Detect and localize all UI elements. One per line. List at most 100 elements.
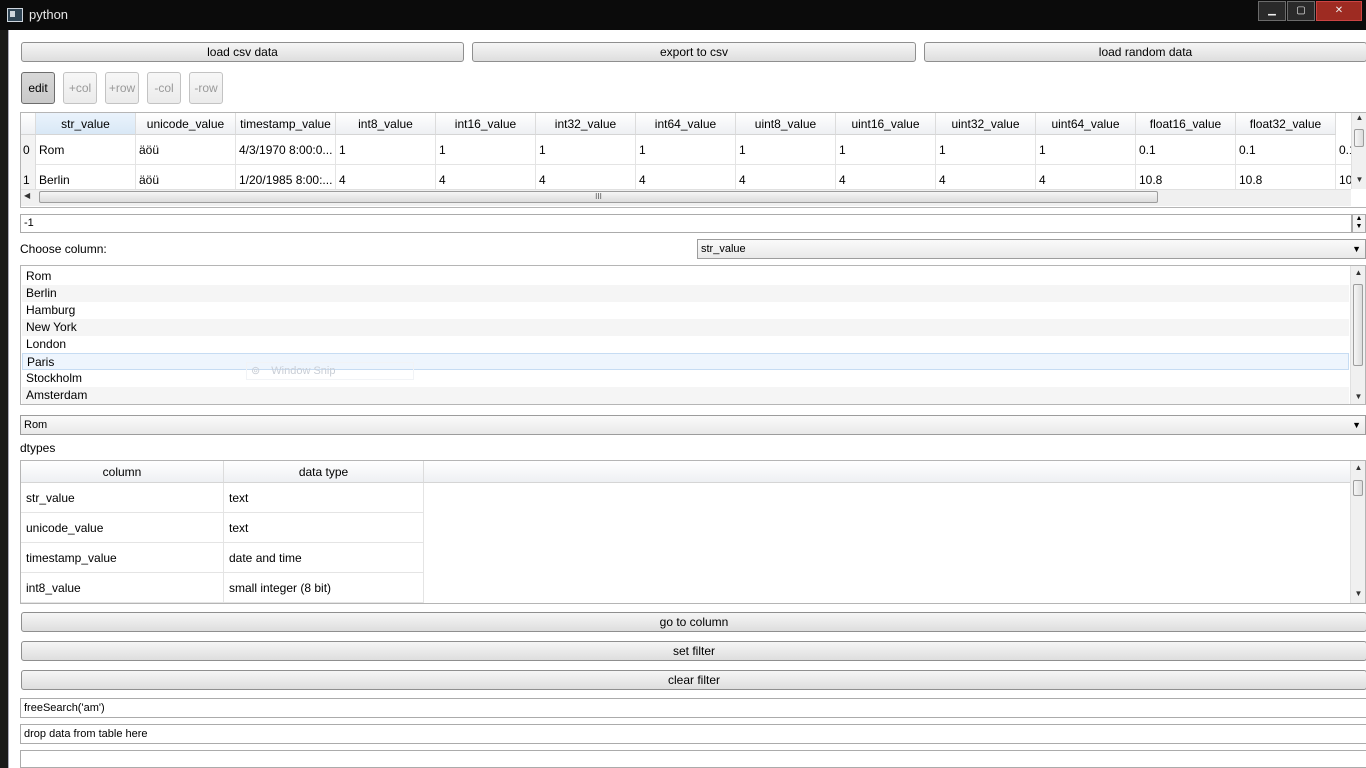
clear-filter-button[interactable]: clear filter bbox=[21, 670, 1366, 690]
column-header[interactable]: float16_value bbox=[1136, 113, 1236, 135]
list-item[interactable]: New York bbox=[22, 319, 1349, 336]
dtypes-cell[interactable]: str_value bbox=[21, 483, 224, 513]
table-cell[interactable]: 1 bbox=[836, 135, 936, 165]
table-cell[interactable]: 1 bbox=[736, 135, 836, 165]
table-cell[interactable]: 4/3/1970 8:00:0... bbox=[236, 135, 336, 165]
list-item[interactable]: Berlin bbox=[22, 285, 1349, 302]
table-cell[interactable]: 4 bbox=[336, 165, 436, 189]
remove-col-button[interactable]: -col bbox=[147, 72, 181, 104]
dtypes-cell[interactable]: text bbox=[224, 513, 424, 543]
scroll-thumb[interactable] bbox=[1353, 480, 1363, 496]
table-cell-partial[interactable]: 10 bbox=[1336, 165, 1351, 189]
table-cell[interactable]: 4 bbox=[436, 165, 536, 189]
column-header[interactable]: unicode_value bbox=[136, 113, 236, 135]
scroll-thumb-horizontal[interactable]: III bbox=[39, 191, 1158, 203]
row-index-spinbox[interactable]: -1 bbox=[20, 214, 1352, 233]
go-to-column-button[interactable]: go to column bbox=[21, 612, 1366, 632]
table-cell[interactable]: 1 bbox=[336, 135, 436, 165]
column-header[interactable]: uint16_value bbox=[836, 113, 936, 135]
edit-button[interactable]: edit bbox=[21, 72, 55, 104]
column-header[interactable]: uint64_value bbox=[1036, 113, 1136, 135]
table-cell[interactable]: 4 bbox=[736, 165, 836, 189]
table-cell[interactable]: 4 bbox=[936, 165, 1036, 189]
close-button[interactable]: ✕ bbox=[1316, 1, 1362, 21]
drop-data-input[interactable]: drop data from table here bbox=[20, 724, 1366, 744]
table-cell[interactable]: 1 bbox=[436, 135, 536, 165]
spin-down-icon[interactable]: ▼ bbox=[1353, 223, 1365, 231]
add-col-button[interactable]: +col bbox=[63, 72, 97, 104]
scroll-up-arrow-icon[interactable]: ▲ bbox=[1351, 268, 1365, 277]
dtypes-vertical-scrollbar[interactable]: ▲ ▼ bbox=[1350, 461, 1365, 603]
column-header[interactable]: str_value bbox=[36, 113, 136, 135]
list-item[interactable]: Amsterdam bbox=[22, 387, 1349, 404]
table-cell[interactable]: Rom bbox=[36, 135, 136, 165]
bottom-text-area[interactable] bbox=[20, 750, 1366, 768]
table-cell[interactable]: 10.8 bbox=[1236, 165, 1336, 189]
table-horizontal-scrollbar[interactable]: ◀ III bbox=[21, 189, 1351, 206]
column-header[interactable]: timestamp_value bbox=[236, 113, 336, 135]
table-cell[interactable]: 1 bbox=[636, 135, 736, 165]
list-item[interactable]: Paris bbox=[22, 353, 1349, 370]
dtypes-cell[interactable]: int8_value bbox=[21, 573, 224, 603]
list-item[interactable]: Stockholm bbox=[22, 370, 1349, 387]
table-cell[interactable]: Berlin bbox=[36, 165, 136, 189]
minimize-button[interactable]: ▁ bbox=[1258, 1, 1286, 21]
table-vertical-scrollbar[interactable]: ▲ ▼ bbox=[1351, 113, 1366, 189]
column-header[interactable]: uint32_value bbox=[936, 113, 1036, 135]
dtypes-column-header[interactable]: column bbox=[21, 461, 224, 483]
column-header[interactable]: int32_value bbox=[536, 113, 636, 135]
column-header[interactable]: int8_value bbox=[336, 113, 436, 135]
set-filter-button[interactable]: set filter bbox=[21, 641, 1366, 661]
free-search-input[interactable]: freeSearch('am') bbox=[20, 698, 1366, 718]
add-row-button[interactable]: +row bbox=[105, 72, 139, 104]
scroll-down-arrow-icon[interactable]: ▼ bbox=[1351, 589, 1365, 598]
list-vertical-scrollbar[interactable]: ▲ ▼ bbox=[1350, 266, 1365, 404]
dtypes-cell[interactable]: unicode_value bbox=[21, 513, 224, 543]
data-table[interactable]: str_value unicode_value timestamp_value int… bbox=[20, 112, 1366, 208]
list-item[interactable]: London bbox=[22, 336, 1349, 353]
list-item[interactable]: Hamburg bbox=[22, 302, 1349, 319]
scroll-up-arrow-icon[interactable]: ▲ bbox=[1352, 113, 1366, 122]
column-header[interactable]: int64_value bbox=[636, 113, 736, 135]
load-random-button[interactable]: load random data bbox=[924, 42, 1366, 62]
column-header[interactable]: float32_value bbox=[1236, 113, 1336, 135]
table-cell[interactable]: 1/20/1985 8:00:... bbox=[236, 165, 336, 189]
remove-row-button[interactable]: -row bbox=[189, 72, 223, 104]
dtypes-column-header[interactable]: data type bbox=[224, 461, 424, 483]
list-item[interactable]: Rom bbox=[22, 268, 1349, 285]
table-cell[interactable]: 4 bbox=[636, 165, 736, 189]
spinbox-arrows[interactable]: ▲ ▼ bbox=[1352, 214, 1366, 233]
dtypes-cell[interactable]: text bbox=[224, 483, 424, 513]
table-cell[interactable]: äöü bbox=[136, 165, 236, 189]
table-cell[interactable]: 10.8 bbox=[1136, 165, 1236, 189]
scroll-up-arrow-icon[interactable]: ▲ bbox=[1351, 463, 1365, 472]
table-corner[interactable] bbox=[21, 113, 36, 135]
dtypes-cell[interactable]: small integer (8 bit) bbox=[224, 573, 424, 603]
table-cell[interactable]: 4 bbox=[1036, 165, 1136, 189]
scroll-thumb[interactable] bbox=[1354, 129, 1364, 147]
table-cell[interactable]: 0.1 bbox=[1236, 135, 1336, 165]
scroll-thumb[interactable] bbox=[1353, 284, 1363, 366]
table-cell[interactable]: 4 bbox=[836, 165, 936, 189]
column-header[interactable]: int16_value bbox=[436, 113, 536, 135]
dtypes-table[interactable]: column data type str_value text unicode_val… bbox=[20, 460, 1366, 604]
scroll-down-arrow-icon[interactable]: ▼ bbox=[1352, 175, 1366, 184]
export-csv-button[interactable]: export to csv bbox=[472, 42, 916, 62]
row-header[interactable]: 0 bbox=[21, 135, 36, 165]
values-list[interactable]: Rom Berlin Hamburg New York London Paris Stock… bbox=[20, 265, 1366, 405]
table-cell[interactable]: 1 bbox=[536, 135, 636, 165]
table-cell[interactable]: 1 bbox=[1036, 135, 1136, 165]
table-cell[interactable]: 4 bbox=[536, 165, 636, 189]
dtypes-cell[interactable]: date and time bbox=[224, 543, 424, 573]
row-header[interactable]: 1 bbox=[21, 165, 36, 189]
value-select[interactable]: Rom ▼ bbox=[20, 415, 1366, 435]
table-cell[interactable]: äöü bbox=[136, 135, 236, 165]
dtypes-cell[interactable]: timestamp_value bbox=[21, 543, 224, 573]
load-csv-button[interactable]: load csv data bbox=[21, 42, 464, 62]
column-select[interactable]: str_value ▼ bbox=[697, 239, 1366, 259]
scroll-left-arrow-icon[interactable]: ◀ bbox=[24, 191, 30, 200]
table-cell-partial[interactable]: 0.1 bbox=[1336, 135, 1351, 165]
scroll-down-arrow-icon[interactable]: ▼ bbox=[1351, 392, 1365, 401]
table-cell[interactable]: 0.1 bbox=[1136, 135, 1236, 165]
spin-up-icon[interactable]: ▲ bbox=[1353, 215, 1365, 223]
